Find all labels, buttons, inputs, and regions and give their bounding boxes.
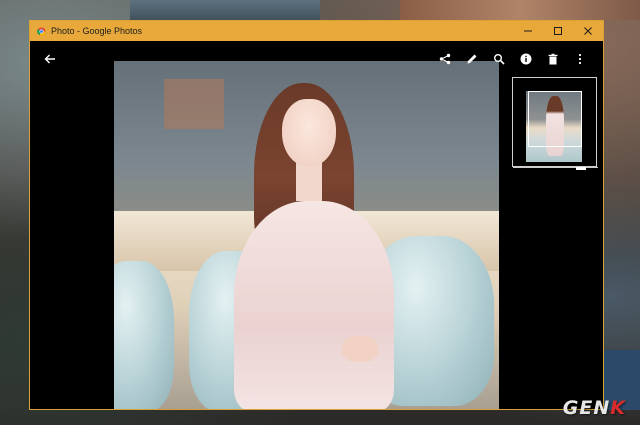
viewer-area	[30, 41, 603, 409]
viewer-toolbar	[431, 49, 593, 69]
watermark-accent-text: K	[610, 397, 626, 419]
close-icon	[584, 27, 592, 35]
photo-background-window	[164, 79, 224, 129]
photo-chair-left	[114, 261, 174, 409]
edit-button[interactable]	[458, 49, 485, 69]
info-button[interactable]	[512, 49, 539, 69]
chrome-app-icon	[36, 26, 46, 36]
photo-subject-neck	[296, 161, 322, 201]
photo-subject-dress	[234, 201, 394, 409]
watermark-text: GEN	[562, 397, 611, 419]
back-button[interactable]	[40, 49, 60, 69]
maximize-icon	[554, 27, 562, 35]
maximize-button[interactable]	[543, 21, 573, 41]
delete-button[interactable]	[539, 49, 566, 69]
zoom-button[interactable]	[485, 49, 512, 69]
arrow-left-icon	[44, 54, 55, 64]
info-icon	[520, 53, 531, 65]
navigator-scroll-thumb[interactable]	[576, 167, 586, 170]
photo-subject-face	[282, 99, 336, 167]
navigator-viewport[interactable]	[528, 91, 582, 147]
background-building	[130, 0, 320, 22]
genk-watermark-logo: GENK	[563, 397, 626, 419]
background-roof	[400, 0, 640, 20]
title-bar[interactable]: Photo - Google Photos	[30, 21, 603, 41]
minimize-button[interactable]	[513, 21, 543, 41]
minimize-icon	[524, 30, 532, 32]
more-options-button[interactable]	[566, 49, 593, 69]
edit-pencil-icon	[467, 54, 476, 64]
close-button[interactable]	[573, 21, 603, 41]
photo-subject-hand	[342, 336, 378, 362]
delete-icon	[548, 53, 557, 65]
photos-window: Photo - Google Photos	[29, 20, 604, 410]
photo-image[interactable]	[114, 61, 499, 409]
window-title: Photo - Google Photos	[51, 26, 143, 36]
share-icon	[439, 53, 450, 65]
zoom-icon	[493, 54, 505, 65]
zoom-navigator[interactable]	[512, 77, 598, 171]
more-vertical-icon	[578, 53, 581, 65]
share-button[interactable]	[431, 49, 458, 69]
